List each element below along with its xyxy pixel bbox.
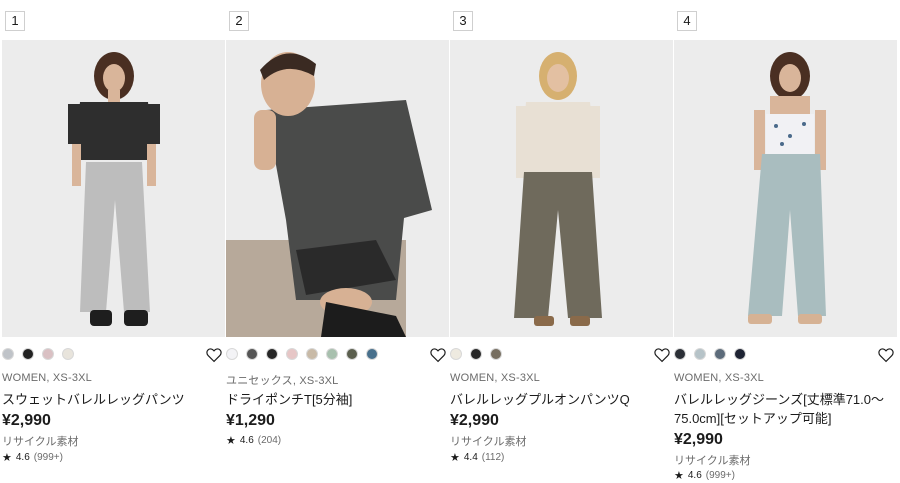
review-count: (999+) xyxy=(705,470,735,481)
product-card[interactable]: 2 ユニセックス, XS-3XL ドライポンチT[5分袖] ¥1,290 ★ 4… xyxy=(226,0,449,483)
product-rating: ★ 4.6 (999+) xyxy=(674,469,735,482)
product-image[interactable] xyxy=(450,40,673,337)
color-swatch[interactable] xyxy=(674,348,686,360)
star-icon: ★ xyxy=(226,435,236,447)
heart-outline-icon[interactable] xyxy=(653,346,671,364)
color-swatch[interactable] xyxy=(450,348,462,360)
rank-badge: 1 xyxy=(5,11,25,31)
product-name[interactable]: バレルレッグジーンズ[丈標準71.0～75.0cm][セットアップ可能] xyxy=(674,390,896,428)
rank-badge: 2 xyxy=(229,11,249,31)
product-rating: ★ 4.6 (999+) xyxy=(2,451,63,464)
color-swatch[interactable] xyxy=(714,348,726,360)
color-swatch[interactable] xyxy=(306,348,318,360)
heart-outline-icon[interactable] xyxy=(877,346,895,364)
product-name[interactable]: スウェットバレルレッグパンツ xyxy=(2,390,224,409)
color-swatches xyxy=(2,348,82,362)
color-swatches xyxy=(674,348,754,362)
color-swatch[interactable] xyxy=(490,348,502,360)
rank-badge: 4 xyxy=(677,11,697,31)
rank-badge: 3 xyxy=(453,11,473,31)
color-swatches xyxy=(226,348,386,362)
product-note: リサイクル素材 xyxy=(674,455,751,467)
rating-value: 4.6 xyxy=(239,435,254,446)
star-icon: ★ xyxy=(674,470,684,482)
product-rating: ★ 4.6 (204) xyxy=(226,434,281,447)
rating-value: 4.4 xyxy=(463,452,478,463)
heart-outline-icon[interactable] xyxy=(205,346,223,364)
product-name[interactable]: ドライポンチT[5分袖] xyxy=(226,390,448,409)
product-note: リサイクル素材 xyxy=(2,436,79,448)
color-swatch[interactable] xyxy=(42,348,54,360)
color-swatch[interactable] xyxy=(326,348,338,360)
gender-size: ユニセックス, XS-3XL xyxy=(226,375,339,387)
color-swatch[interactable] xyxy=(346,348,358,360)
color-swatch[interactable] xyxy=(286,348,298,360)
product-price: ¥1,290 xyxy=(226,412,275,429)
product-image[interactable] xyxy=(674,40,897,337)
rating-value: 4.6 xyxy=(15,452,30,463)
color-swatch[interactable] xyxy=(2,348,14,360)
product-image[interactable] xyxy=(2,40,225,337)
review-count: (204) xyxy=(257,435,282,446)
color-swatch[interactable] xyxy=(62,348,74,360)
color-swatch[interactable] xyxy=(366,348,378,360)
color-swatch[interactable] xyxy=(246,348,258,360)
color-swatch[interactable] xyxy=(470,348,482,360)
review-count: (999+) xyxy=(33,452,63,463)
color-swatches xyxy=(450,348,510,362)
product-card[interactable]: 1 WOMEN, XS-3XL スウェットバレルレッグパンツ ¥2,990 リサ… xyxy=(2,0,225,483)
product-card[interactable]: 3 WOMEN, XS-3XL バレルレッグプルオンパンツQ ¥2,990 リサ… xyxy=(450,0,673,483)
product-rating: ★ 4.4 (112) xyxy=(450,451,504,464)
gender-size: WOMEN, XS-3XL xyxy=(450,372,541,384)
rating-value: 4.6 xyxy=(687,470,702,481)
product-price: ¥2,990 xyxy=(450,412,499,429)
color-swatch[interactable] xyxy=(22,348,34,360)
star-icon: ★ xyxy=(450,452,460,464)
color-swatch[interactable] xyxy=(694,348,706,360)
heart-outline-icon[interactable] xyxy=(429,346,447,364)
color-swatch[interactable] xyxy=(226,348,238,360)
review-count: (112) xyxy=(481,452,505,463)
product-name[interactable]: バレルレッグプルオンパンツQ xyxy=(450,390,672,409)
star-icon: ★ xyxy=(2,452,12,464)
product-grid: 1 WOMEN, XS-3XL スウェットバレルレッグパンツ ¥2,990 リサ… xyxy=(0,0,900,483)
gender-size: WOMEN, XS-3XL xyxy=(674,372,765,384)
color-swatch[interactable] xyxy=(734,348,746,360)
product-price: ¥2,990 xyxy=(674,431,723,448)
product-card[interactable]: 4 WOMEN, XS-3XL バレルレッグジーンズ[丈標準71.0～75.0c… xyxy=(674,0,897,483)
product-price: ¥2,990 xyxy=(2,412,51,429)
gender-size: WOMEN, XS-3XL xyxy=(2,372,93,384)
color-swatch[interactable] xyxy=(266,348,278,360)
product-image[interactable] xyxy=(226,40,449,337)
product-note: リサイクル素材 xyxy=(450,436,527,448)
